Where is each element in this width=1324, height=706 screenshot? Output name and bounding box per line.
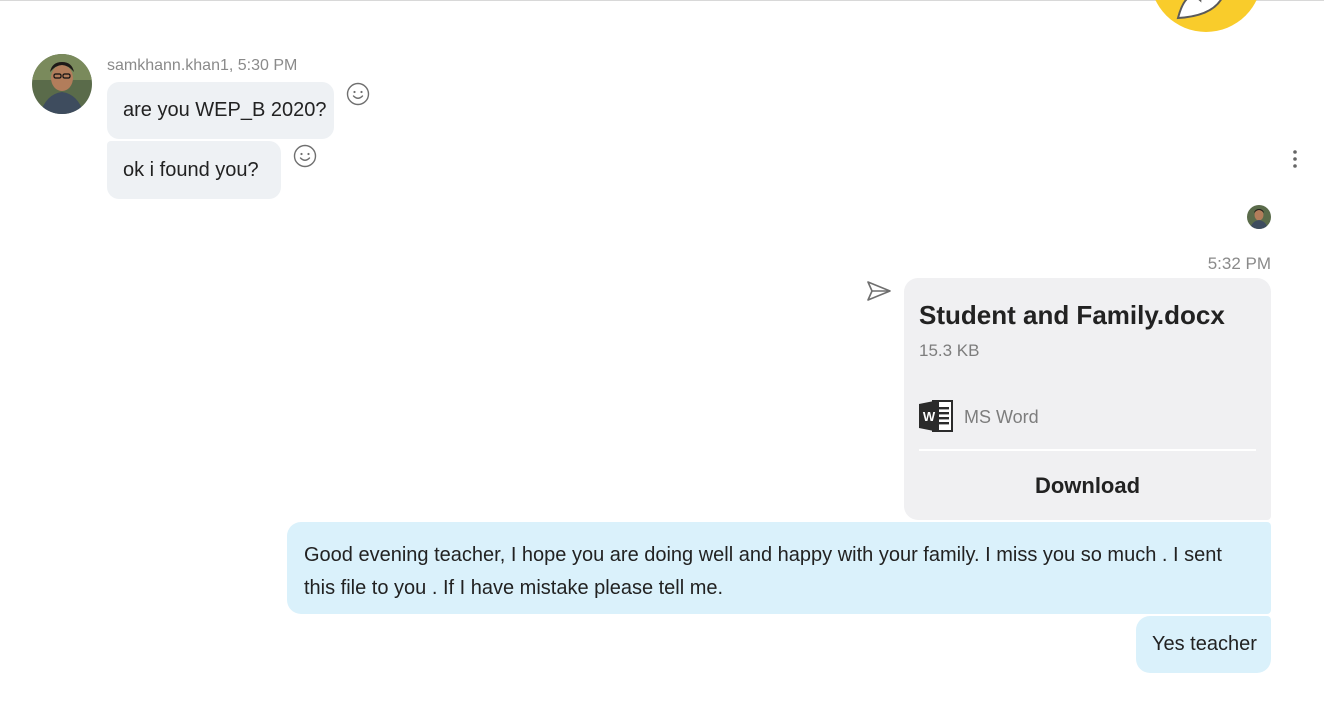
file-attachment-card[interactable]: Student and Family.docx 15.3 KB W MS Wor… — [904, 278, 1271, 520]
message-text: Yes teacher — [1152, 633, 1257, 655]
svg-text:W: W — [923, 409, 936, 424]
outgoing-message[interactable]: Good evening teacher, I hope you are doi… — [287, 522, 1271, 614]
file-type-label: MS Word — [964, 407, 1039, 427]
message-text: Good evening teacher, I hope you are doi… — [304, 544, 1222, 599]
file-size: 15.3 KB — [919, 341, 980, 360]
vertical-ellipsis-icon[interactable] — [1284, 147, 1306, 171]
read-receipt-avatar — [1247, 205, 1271, 229]
outgoing-message[interactable]: Yes teacher — [1136, 616, 1271, 673]
smiley-face-icon[interactable] — [346, 82, 370, 106]
file-name: Student and Family.docx — [919, 300, 1225, 330]
contact-avatar[interactable] — [32, 54, 92, 114]
smiley-face-icon[interactable] — [293, 144, 317, 168]
paper-plane-icon — [867, 281, 891, 301]
download-button[interactable]: Download — [919, 451, 1256, 520]
ms-word-icon: W — [919, 400, 953, 432]
emoji-sticker-icon[interactable] — [1150, 0, 1262, 32]
message-text: ok i found you? — [123, 158, 259, 181]
message-text: are you WEP_B 2020? — [123, 99, 327, 121]
incoming-message[interactable]: are you WEP_B 2020? — [107, 82, 334, 139]
incoming-message[interactable]: ok i found you? — [107, 141, 281, 199]
sender-name-timestamp: samkhann.khan1, 5:30 PM — [107, 57, 298, 74]
top-divider — [0, 0, 1324, 1]
message-timestamp: 5:32 PM — [1207, 254, 1271, 273]
